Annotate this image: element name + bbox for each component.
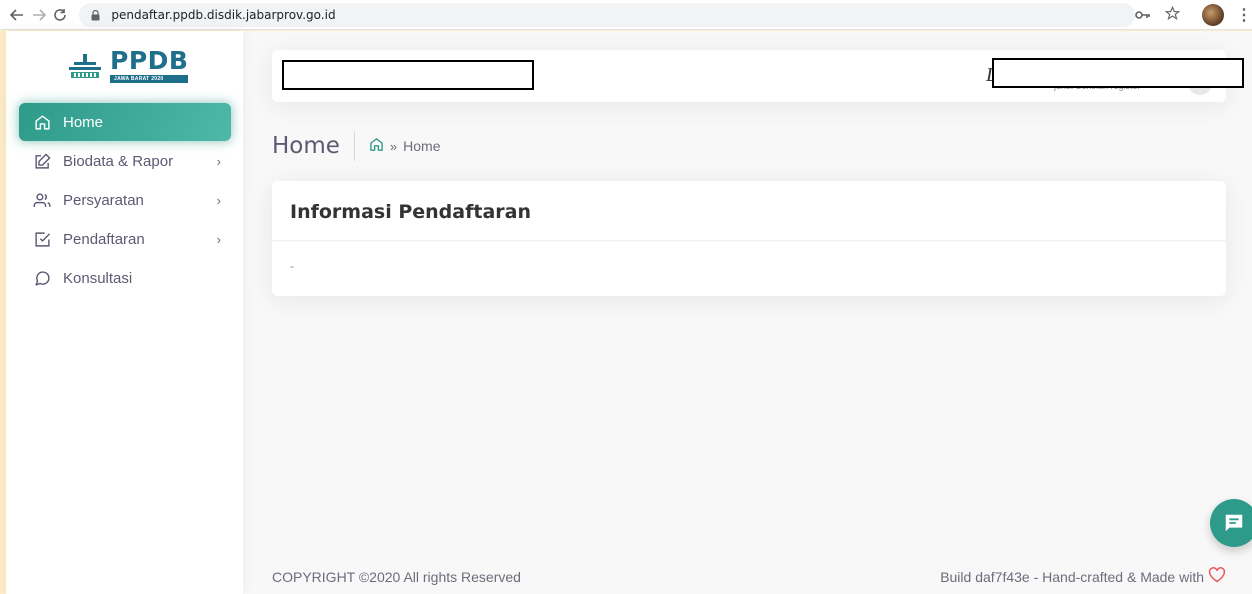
home-icon xyxy=(33,113,51,131)
logo-badge: JAWA BARAT 2020 xyxy=(110,75,189,83)
top-navbar: L jurist Sekolah register xyxy=(272,50,1244,102)
chevron-right-icon: › xyxy=(216,153,221,169)
sidebar-item-label: Biodata & Rapor xyxy=(63,152,174,170)
chat-icon xyxy=(1225,514,1243,532)
building-logo-icon xyxy=(69,54,101,78)
info-card: Informasi Pendaftaran - xyxy=(272,181,1226,296)
redacted-box xyxy=(992,58,1244,88)
heart-icon xyxy=(1208,567,1226,586)
lock-icon xyxy=(91,9,101,21)
breadcrumb-current: Home xyxy=(403,138,441,154)
message-circle-icon xyxy=(33,269,51,287)
breadcrumb: » Home xyxy=(369,137,441,155)
url-text: pendaftar.ppdb.disdik.jabarprov.go.id xyxy=(111,7,336,22)
sidebar-item-pendaftaran[interactable]: Pendaftaran › xyxy=(19,220,231,258)
arrow-right-icon xyxy=(32,8,46,21)
key-icon[interactable] xyxy=(1135,7,1151,23)
footer: COPYRIGHT ©2020 All rights Reserved Buil… xyxy=(272,567,1226,586)
content-header: Home » Home xyxy=(272,131,441,161)
check-square-icon xyxy=(33,230,51,248)
card-title: Informasi Pendaftaran xyxy=(290,201,531,223)
address-bar[interactable]: pendaftar.ppdb.disdik.jabarprov.go.id xyxy=(79,2,1136,27)
profile-avatar[interactable] xyxy=(1202,3,1224,26)
breadcrumb-separator: » xyxy=(389,138,398,154)
sidebar-item-label: Konsultasi xyxy=(63,269,133,287)
card-header: Informasi Pendaftaran xyxy=(272,181,1226,241)
back-button[interactable] xyxy=(6,4,28,26)
chevron-right-icon: › xyxy=(216,231,221,247)
build-text: Build daf7f43e - Hand-crafted & Made wit… xyxy=(940,568,1204,585)
sidebar-item-label: Persyaratan xyxy=(63,191,144,209)
home-icon[interactable] xyxy=(369,137,384,155)
app-container: PPDB JAWA BARAT 2020 Home Biodata & Rapo… xyxy=(6,31,1252,594)
browser-toolbar: pendaftar.ppdb.disdik.jabarprov.go.id ⋮ xyxy=(0,0,1252,30)
sidebar-item-biodata[interactable]: Biodata & Rapor › xyxy=(19,142,231,180)
sidebar-item-konsultasi[interactable]: Konsultasi xyxy=(19,259,231,297)
reload-button[interactable] xyxy=(50,4,72,26)
sidebar-item-label: Pendaftaran xyxy=(63,230,145,248)
sidebar-menu: Home Biodata & Rapor › Persyaratan › Pen… xyxy=(19,103,231,298)
sidebar-item-home[interactable]: Home xyxy=(19,103,231,141)
sidebar-item-persyaratan[interactable]: Persyaratan › xyxy=(19,181,231,219)
edit-icon xyxy=(33,152,51,170)
redacted-box xyxy=(282,60,534,90)
chat-button[interactable] xyxy=(1210,499,1252,547)
ppdb-logo[interactable]: PPDB JAWA BARAT 2020 xyxy=(66,46,189,83)
logo-wordmark: PPDB xyxy=(110,46,189,75)
sidebar: PPDB JAWA BARAT 2020 Home Biodata & Rapo… xyxy=(6,31,243,594)
browser-menu-icon[interactable]: ⋮ xyxy=(1236,5,1252,25)
copyright-text: COPYRIGHT ©2020 All rights Reserved xyxy=(272,568,521,585)
card-body: - xyxy=(290,259,294,273)
forward-button[interactable] xyxy=(28,4,50,26)
page-title: Home xyxy=(272,131,355,161)
sidebar-item-label: Home xyxy=(63,113,104,131)
reload-icon xyxy=(54,8,67,21)
chevron-right-icon: › xyxy=(216,192,221,208)
star-icon[interactable] xyxy=(1164,5,1181,24)
users-icon xyxy=(33,191,51,209)
arrow-left-icon xyxy=(9,8,23,21)
